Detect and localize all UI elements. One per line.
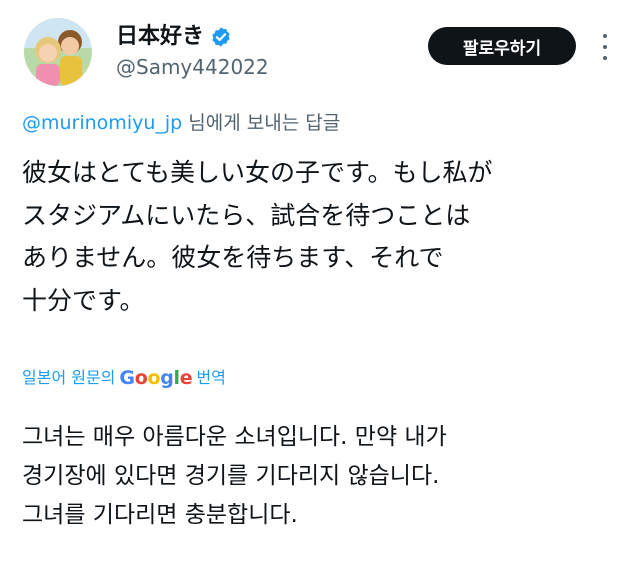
display-name[interactable]: 日本好き [116, 24, 204, 50]
translation-attribution[interactable]: 일본어 원문의 Google 번역 [22, 366, 226, 390]
reply-mention-link[interactable]: @murinomiyu_jp [22, 112, 182, 134]
follow-button[interactable]: 팔로우하기 [428, 27, 576, 65]
tweet-line: ありません。彼女を待ちます、それで [22, 243, 444, 272]
avatar-illustration [24, 18, 92, 86]
translation-line: 그녀를 기다리면 충분합니다. [22, 502, 298, 528]
author-name-row[interactable]: 日本好き [116, 24, 232, 50]
tweet-text: 彼女はとても美しい女の子です。もし私が スタジアムにいたら、試合を待つことは あ… [22, 152, 622, 322]
avatar[interactable] [24, 18, 92, 86]
more-options-icon[interactable] [598, 34, 612, 60]
translation-suffix: 번역 [196, 368, 226, 387]
translation-line: 경기장에 있다면 경기를 기다리지 않습니다. [22, 463, 440, 489]
reply-suffix: 님에게 보내는 답글 [182, 112, 341, 134]
tweet-line: 十分です。 [22, 285, 145, 315]
google-logo: Google [119, 367, 193, 389]
translated-text: 그녀는 매우 아름다운 소녀입니다. 만약 내가 경기장에 있다면 경기를 기다… [22, 418, 632, 535]
verified-badge-icon [212, 27, 230, 47]
reply-context: @murinomiyu_jp 님에게 보내는 답글 [22, 110, 340, 136]
tweet-line: 彼女はとても美しい女の子です。もし私が [22, 158, 493, 187]
translation-line: 그녀는 매우 아름다운 소녀입니다. 만약 내가 [22, 424, 447, 450]
tweet-line: スタジアムにいたら、試合を待つことは [22, 200, 471, 230]
translation-prefix: 일본어 원문의 [22, 368, 116, 387]
author-handle[interactable]: @Samy442022 [116, 55, 269, 79]
